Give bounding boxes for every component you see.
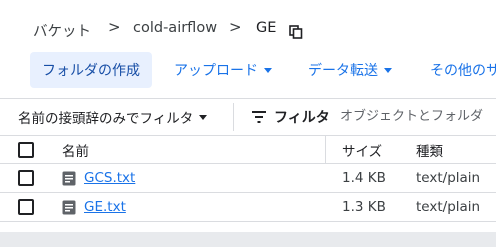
copy-icon[interactable] <box>289 25 303 39</box>
upload-button[interactable]: アップロード <box>162 52 284 88</box>
filter-label: フィルタ <box>274 110 330 126</box>
table-row: GE.txt 1.3 KB text/plain <box>0 193 496 222</box>
column-divider[interactable] <box>325 136 326 163</box>
create-folder-button[interactable]: フォルダの作成 <box>30 52 152 88</box>
breadcrumb-buckets[interactable]: バケット <box>33 20 91 41</box>
chevron-down-icon <box>264 67 272 73</box>
file-name-link[interactable]: GCS.txt <box>84 170 135 186</box>
data-transfer-button[interactable]: データ転送 <box>296 52 404 88</box>
breadcrumb: バケット > cold-airflow > GE <box>0 0 496 60</box>
text-file-icon <box>62 200 76 214</box>
upload-label: アップロード <box>174 63 258 79</box>
select-all-cell <box>18 136 34 163</box>
chevron-down-icon <box>384 67 392 73</box>
breadcrumb-current-folder: GE <box>256 20 277 36</box>
prefix-filter-dropdown[interactable]: 名前の接頭辞のみでフィルタ <box>10 105 215 129</box>
filter-icon <box>252 111 266 123</box>
other-services-label: その他のサ <box>430 63 496 79</box>
select-all-checkbox[interactable] <box>18 141 34 158</box>
file-name-link[interactable]: GE.txt <box>84 199 126 215</box>
objects-table: 名前 サイズ 種類 GCS.txt 1.4 KB text/plain GE.t… <box>0 135 496 222</box>
horizontal-scrollbar[interactable] <box>0 232 496 247</box>
breadcrumb-separator: > <box>108 18 121 36</box>
column-header-name[interactable]: 名前 <box>62 136 89 163</box>
row-select-cell <box>18 164 34 192</box>
table-row: GCS.txt 1.4 KB text/plain <box>0 164 496 193</box>
row-select-cell <box>18 193 34 221</box>
type-cell: text/plain <box>416 199 481 215</box>
type-cell: text/plain <box>416 170 481 186</box>
name-cell: GCS.txt <box>62 164 135 192</box>
data-transfer-label: データ転送 <box>308 63 378 79</box>
text-file-icon <box>62 171 76 185</box>
action-toolbar: フォルダの作成 アップロード データ転送 その他のサ <box>0 52 496 88</box>
divider <box>233 103 234 131</box>
filter-bar: 名前の接頭辞のみでフィルタ フィルタ <box>0 98 496 134</box>
size-cell: 1.3 KB <box>342 199 386 215</box>
size-cell: 1.4 KB <box>342 170 386 186</box>
row-checkbox[interactable] <box>18 170 34 186</box>
caret-down-icon <box>199 114 208 120</box>
object-filter-input[interactable] <box>340 104 496 128</box>
column-header-type[interactable]: 種類 <box>416 136 443 163</box>
table-header-row: 名前 サイズ 種類 <box>0 135 496 164</box>
prefix-filter-label: 名前の接頭辞のみでフィルタ <box>18 111 194 127</box>
breadcrumb-bucket-name[interactable]: cold-airflow <box>133 20 217 36</box>
breadcrumb-separator: > <box>229 18 242 36</box>
column-header-size[interactable]: サイズ <box>342 136 382 163</box>
name-cell: GE.txt <box>62 193 126 221</box>
create-folder-label: フォルダの作成 <box>42 63 140 79</box>
row-checkbox[interactable] <box>18 199 34 215</box>
other-services-button[interactable]: その他のサ <box>418 52 496 88</box>
